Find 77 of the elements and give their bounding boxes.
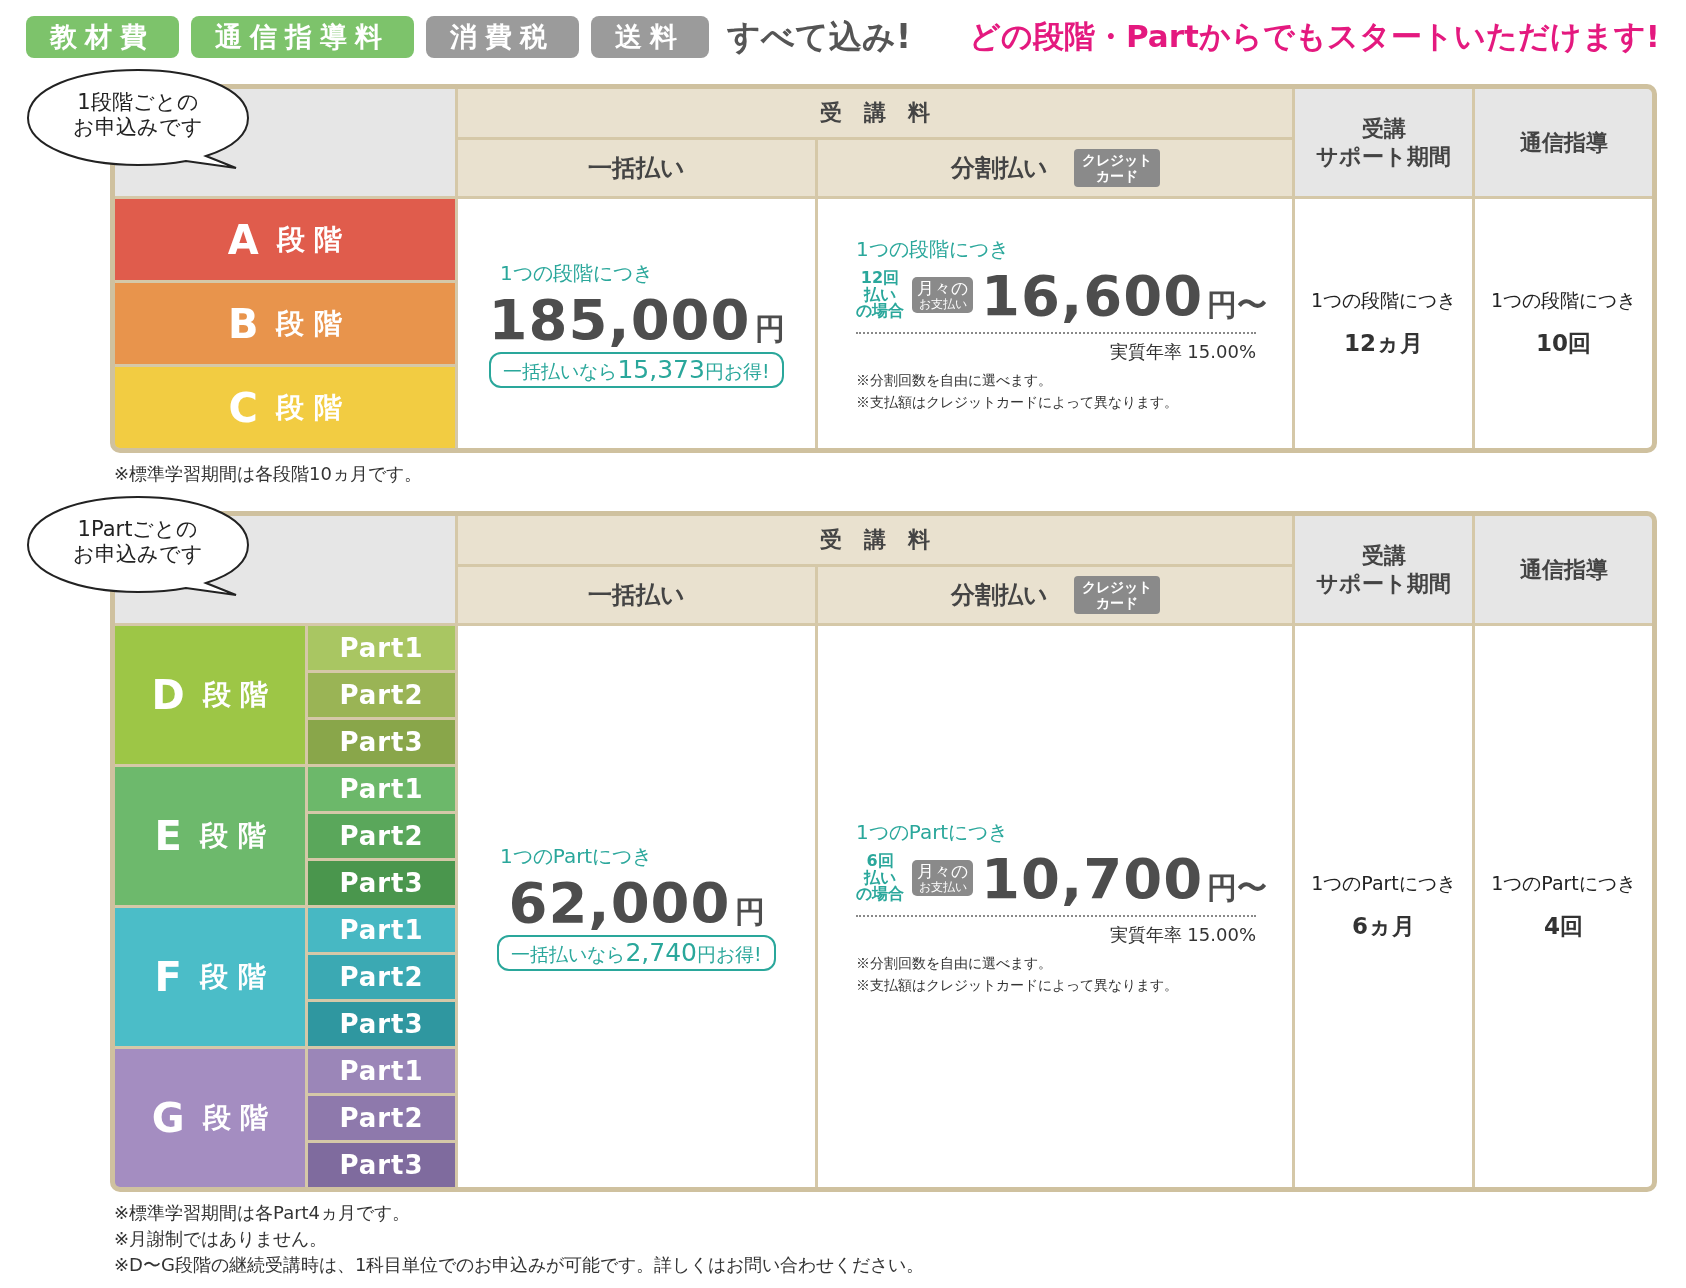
guidance-count: 10回 <box>1536 329 1591 358</box>
part-label: Part3 <box>308 1002 455 1047</box>
installment-count: 6回 <box>866 852 894 870</box>
savings-badge: 一括払いなら 2,740円お得! <box>497 934 776 971</box>
bubble-text: 1段階ごとの <box>77 89 199 115</box>
price: 62,000 円 <box>508 869 765 935</box>
savings-badge: 一括払いなら 15,373 円お得! <box>489 351 784 388</box>
support-period: 12ヵ月 <box>1344 329 1423 358</box>
unit-text: 1つの段階につき <box>500 259 653 287</box>
part-label: Part1 <box>308 908 455 953</box>
level-label: F 段 階 <box>115 908 305 1047</box>
column-header: 受 講 料 <box>458 516 1292 565</box>
price: 16,600 円〜 <box>981 262 1268 328</box>
part-label: Part2 <box>308 1096 455 1141</box>
note-text: ※月謝制ではありません。 <box>114 1227 329 1252</box>
included-tag: 消費税 <box>426 16 579 58</box>
part-label: Part1 <box>308 626 455 671</box>
column-header: サポート期間 <box>1316 569 1451 598</box>
unit-text: 1つのPartにつき <box>856 818 1010 846</box>
column-header: サポート期間 <box>1316 142 1451 170</box>
bubble-text: お申込みです <box>73 115 203 141</box>
included-tag: 教材費 <box>26 16 179 58</box>
bubble-text: 1Partごとの <box>77 516 199 543</box>
slogan: どの段階・Partからでもスタートいただけます! <box>968 17 1660 56</box>
apr-text: 実質年率 15.00% <box>1108 922 1256 947</box>
unit-text: 1つのPartにつき <box>500 842 653 870</box>
column-header: 通信指導 <box>1475 516 1652 624</box>
part-label: Part3 <box>308 1143 455 1188</box>
price: 10,700 円〜 <box>981 845 1268 911</box>
part-label: Part2 <box>308 814 455 859</box>
level-label: B 段 階 <box>115 283 455 364</box>
monthly-payment-badge: 月々の お支払い <box>912 277 973 313</box>
level-label: D 段 階 <box>115 626 305 765</box>
apr-text: 実質年率 15.00% <box>1108 339 1256 364</box>
note-text: ※分割回数を自由に選べます。 <box>856 371 1053 390</box>
part-label: Part2 <box>308 673 455 718</box>
bubble-text: お申込みです <box>73 542 203 568</box>
guidance-count: 4回 <box>1544 912 1583 942</box>
credit-card-badge: クレジット カード <box>1073 576 1160 615</box>
part-label: Part1 <box>308 767 455 812</box>
part-label: Part2 <box>308 955 455 1000</box>
installment-count: の場合 <box>856 303 904 321</box>
note-text: ※支払額はクレジットカードによって異なります。 <box>856 976 1179 995</box>
support-period: 6ヵ月 <box>1352 912 1415 942</box>
column-header: 一括払い <box>458 567 815 624</box>
part-label: Part1 <box>308 1049 455 1094</box>
price: 185,000 円 <box>488 286 785 352</box>
unit-text: 1つの段階につき <box>1310 288 1457 313</box>
part-label: Part3 <box>308 720 455 765</box>
level-label: A 段 階 <box>115 199 455 280</box>
level-label: C 段 階 <box>115 367 455 448</box>
note-text: ※分割回数を自由に選べます。 <box>856 954 1053 973</box>
column-header: 受講 <box>1361 115 1406 143</box>
column-header: 一括払い <box>458 140 815 196</box>
column-header: 分割払い <box>950 580 1048 612</box>
note-text: ※標準学習期間は各段階10ヵ月です。 <box>114 462 423 486</box>
unit-text: 1つのPartにつき <box>1311 871 1456 897</box>
unit-text: 1つの段階につき <box>856 235 1010 263</box>
column-header: 通信指導 <box>1475 89 1652 196</box>
level-label: E 段 階 <box>115 767 305 906</box>
included-text: すべて込み! <box>727 15 912 58</box>
column-header: 受 講 料 <box>458 89 1292 137</box>
part-label: Part3 <box>308 861 455 906</box>
credit-card-badge: クレジット カード <box>1073 148 1160 188</box>
included-tag: 通信指導料 <box>191 16 414 58</box>
level-label: G 段 階 <box>115 1049 305 1188</box>
note-text: ※D〜G段階の継続受講時は、1科目単位でのお申込みが可能です。詳しくはお問い合わせください。 <box>114 1253 926 1278</box>
note-text: ※支払額はクレジットカードによって異なります。 <box>856 393 1179 412</box>
unit-text: 1つのPartにつき <box>1491 871 1636 897</box>
installment-count: 12回 <box>860 269 900 287</box>
included-tag: 送料 <box>591 16 709 58</box>
unit-text: 1つの段階につき <box>1490 288 1637 313</box>
column-header: 分割払い <box>950 153 1048 184</box>
column-header: 受講 <box>1361 542 1406 570</box>
monthly-payment-badge: 月々の お支払い <box>912 860 973 897</box>
installment-count: の場合 <box>856 886 904 904</box>
note-text: ※標準学習期間は各Part4ヵ月です。 <box>114 1201 412 1226</box>
